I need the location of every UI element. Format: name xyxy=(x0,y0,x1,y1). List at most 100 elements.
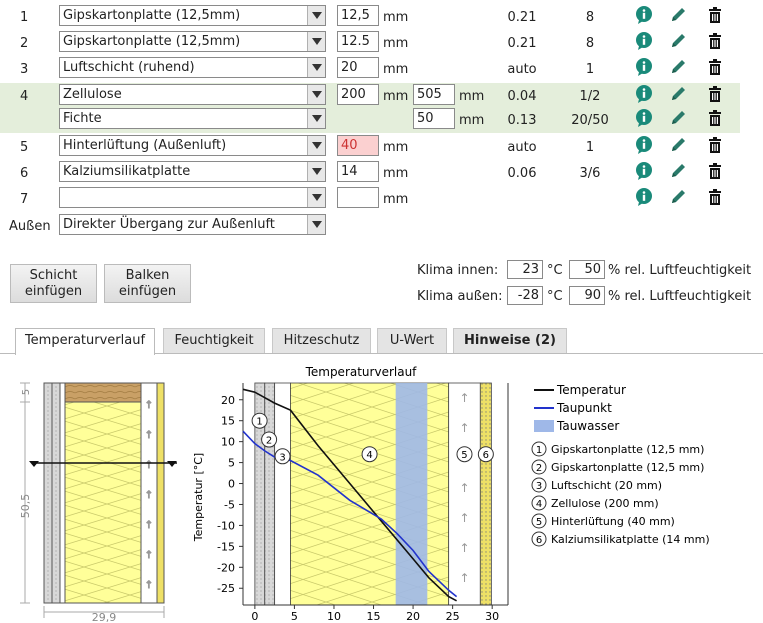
edit-pencil-icon[interactable] xyxy=(669,85,687,103)
material-select[interactable]: Gipskartonplatte (12,5mm) xyxy=(59,31,326,52)
svg-text:↑: ↑ xyxy=(145,460,153,471)
layer-row: 7 mm xyxy=(0,186,740,211)
add-layer-button[interactable]: Schicht einfügen xyxy=(10,264,97,303)
dim-mid: 50,5 xyxy=(19,494,32,519)
klima-inside-rh-input[interactable]: 50 xyxy=(569,260,605,279)
edit-pencil-icon[interactable] xyxy=(669,32,687,50)
tab-u-wert[interactable]: U-Wert xyxy=(377,328,447,353)
layer-number: 2 xyxy=(20,36,29,51)
thickness-unit: mm xyxy=(383,166,409,181)
edit-pencil-icon[interactable] xyxy=(669,136,687,154)
add-beam-button[interactable]: Balken einfügen xyxy=(104,264,191,303)
chevron-down-icon xyxy=(307,109,325,128)
tab-hinweise[interactable]: Hinweise (2) xyxy=(453,328,567,353)
chevron-down-icon xyxy=(307,188,325,207)
layer-row: Fichte 50 mm 0.13 20/50 xyxy=(0,105,740,133)
trash-icon[interactable] xyxy=(706,188,724,206)
legend-layer-number: 1 xyxy=(536,445,542,456)
outside-select[interactable]: Direkter Übergang zur Außenluft xyxy=(59,214,326,235)
beam-width-input[interactable]: 50 xyxy=(413,108,455,129)
x-tick-label: 30 xyxy=(485,610,499,623)
temperature-chart: Temperaturverlauf Temperatur [°C] ↑ ↑ ↑ ↑ ↑ ↑… xyxy=(192,365,710,623)
klima-outside-rh-input[interactable]: 90 xyxy=(569,286,605,305)
klima-outside-temp-input[interactable]: -28 xyxy=(507,286,543,305)
layer-number: 1 xyxy=(20,10,29,25)
tab-temperaturverlauf[interactable]: Temperaturverlauf xyxy=(15,328,155,355)
trash-icon[interactable] xyxy=(706,85,724,103)
edit-pencil-icon[interactable] xyxy=(669,58,687,76)
mu-value: 20/50 xyxy=(571,113,609,128)
trash-icon[interactable] xyxy=(706,162,724,180)
info-icon[interactable] xyxy=(635,85,653,103)
edit-pencil-icon[interactable] xyxy=(669,162,687,180)
layer-row: 5 Hinterlüftung (Außenluft) 40 mm auto 1 xyxy=(0,134,740,159)
edit-pencil-icon[interactable] xyxy=(669,188,687,206)
layer-row: 6 Kalziumsilikatplatte 14 mm 0.06 3/6 xyxy=(0,160,740,185)
material-select-value: Zellulose xyxy=(63,87,122,102)
tab-hitzeschutz[interactable]: Hitzeschutz xyxy=(272,328,371,353)
thickness-input[interactable]: 14 xyxy=(337,161,379,182)
thickness-input[interactable]: 20 xyxy=(337,57,379,78)
y-tick-label: 0 xyxy=(228,478,235,491)
y-tick-label: -5 xyxy=(224,498,235,511)
trash-icon[interactable] xyxy=(706,58,724,76)
material-select[interactable] xyxy=(59,187,326,208)
edit-pencil-icon[interactable] xyxy=(669,109,687,127)
legend-label: Temperatur xyxy=(556,383,626,397)
thickness-unit: mm xyxy=(383,140,409,155)
chevron-down-icon xyxy=(307,85,325,104)
edit-pencil-icon[interactable] xyxy=(669,6,687,24)
info-icon[interactable] xyxy=(635,32,653,50)
trash-icon[interactable] xyxy=(706,136,724,154)
material-select[interactable]: Gipskartonplatte (12,5mm) xyxy=(59,5,326,26)
legend-layer-label: Gipskartonplatte (12,5 mm) xyxy=(551,461,704,474)
material-select-value: Hinterlüftung (Außenluft) xyxy=(63,138,227,153)
x-tick-label: 15 xyxy=(367,610,381,623)
thickness-input[interactable]: 200 xyxy=(337,84,379,105)
info-icon[interactable] xyxy=(635,6,653,24)
thickness-unit: mm xyxy=(383,36,409,51)
legend-layer-label: Gipskartonplatte (12,5 mm) xyxy=(551,443,704,456)
material-select[interactable]: Hinterlüftung (Außenluft) xyxy=(59,135,326,156)
add-layer-label-2: einfügen xyxy=(24,284,83,299)
thickness-unit: mm xyxy=(383,10,409,25)
info-icon[interactable] xyxy=(635,162,653,180)
info-icon[interactable] xyxy=(635,188,653,206)
material-select[interactable]: Kalziumsilikatplatte xyxy=(59,161,326,182)
trash-icon[interactable] xyxy=(706,32,724,50)
lambda-value: 0.13 xyxy=(507,113,537,128)
trash-icon[interactable] xyxy=(706,109,724,127)
klima-outside-label: Klima außen: xyxy=(417,289,503,304)
thickness-input[interactable]: 12,5 xyxy=(337,5,379,26)
layer-number: 5 xyxy=(20,140,29,155)
info-icon[interactable] xyxy=(635,58,653,76)
thickness-input[interactable]: 12.5 xyxy=(337,31,379,52)
lambda-value: auto xyxy=(507,140,537,155)
airflow-arrow: ↑ xyxy=(459,421,469,435)
material-select[interactable]: Fichte xyxy=(59,108,326,129)
material-select[interactable]: Luftschicht (ruhend) xyxy=(59,57,326,78)
dim-bottom: 29,9 xyxy=(92,611,117,623)
tab-feuchtigkeit[interactable]: Feuchtigkeit xyxy=(163,328,265,353)
thickness-input[interactable] xyxy=(337,187,379,208)
beam-width-input[interactable]: 505 xyxy=(413,84,455,105)
y-tick-label: -25 xyxy=(217,582,235,595)
svg-text:↑: ↑ xyxy=(145,580,153,591)
layer-row: 3 Luftschicht (ruhend) 20 mm auto 1 xyxy=(0,56,740,81)
klima-outside-rh-unit: % rel. Luftfeuchtigkeit xyxy=(608,289,752,304)
klima-inside-temp-input[interactable]: 23 xyxy=(507,260,543,279)
thickness-input[interactable]: 40 xyxy=(337,135,379,156)
material-select[interactable]: Zellulose xyxy=(59,84,326,105)
beam-width-unit: mm xyxy=(459,113,485,128)
chevron-down-icon xyxy=(307,6,325,25)
outside-select-value: Direkter Übergang zur Außenluft xyxy=(63,217,275,232)
trash-icon[interactable] xyxy=(706,6,724,24)
add-beam-label-2: einfügen xyxy=(118,284,177,299)
thickness-unit: mm xyxy=(383,62,409,77)
info-icon[interactable] xyxy=(635,109,653,127)
beam-width-unit: mm xyxy=(459,89,485,104)
thickness-unit: mm xyxy=(383,89,409,104)
x-tick-label: 0 xyxy=(251,610,258,623)
mu-value: 3/6 xyxy=(579,166,601,181)
info-icon[interactable] xyxy=(635,136,653,154)
